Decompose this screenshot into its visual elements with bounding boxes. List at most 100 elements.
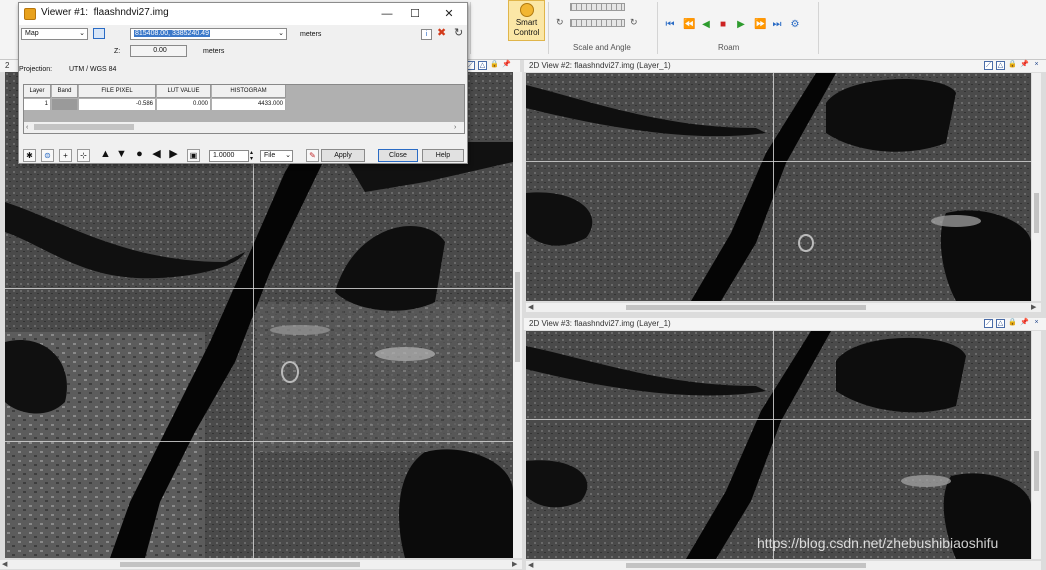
column-header: FILE PIXEL (79, 85, 156, 98)
view2-hscroll-thumb[interactable] (626, 305, 866, 310)
projection-value: UTM / WGS 84 (69, 66, 117, 73)
close-button[interactable]: Close (378, 149, 418, 162)
circle-icon[interactable]: ● (133, 149, 146, 162)
main-view-vscroll[interactable] (513, 72, 522, 558)
first-frame-icon[interactable]: ⏮ (665, 20, 675, 30)
arrow-up-icon[interactable]: ▲ (99, 149, 112, 162)
cell-layer: 1 (24, 99, 51, 110)
close-icon[interactable]: × (1032, 319, 1041, 328)
table-hscroll-thumb[interactable] (34, 124, 134, 130)
view3-hscroll-thumb[interactable] (626, 563, 866, 568)
next-step-icon[interactable]: ⏩ (754, 20, 766, 30)
triangle-icon[interactable]: △ (996, 61, 1005, 70)
arrow-right-icon[interactable]: ▶ (167, 149, 180, 162)
prev-step-icon[interactable]: ⏪ (683, 20, 695, 30)
coord-system-select[interactable]: Map ⌄ (21, 28, 88, 40)
zoom-spinner[interactable]: ▴ ▾ (250, 150, 253, 162)
scroll-right-icon[interactable]: ▶ (512, 560, 517, 569)
last-frame-icon[interactable]: ⏭ (772, 20, 782, 30)
scroll-right-icon[interactable]: › (454, 123, 456, 132)
main-view-hscroll[interactable]: ◀ ▶ (0, 560, 522, 569)
smart-control-button[interactable]: Smart Control (508, 0, 545, 41)
pen-icon[interactable]: ✎ (306, 149, 319, 162)
pushpin-icon[interactable]: 📌 (502, 61, 511, 70)
main-view-vscroll-thumb[interactable] (515, 272, 520, 362)
apply-button-label: Apply (334, 152, 352, 159)
triangle-icon[interactable]: △ (478, 61, 487, 70)
scale-slider[interactable] (570, 3, 625, 11)
scroll-left-icon[interactable]: ◀ (528, 303, 533, 312)
pushpin-icon[interactable]: 📌 (1020, 319, 1029, 328)
add-point-icon[interactable]: ⊹ (77, 149, 90, 162)
view2-vscroll-thumb[interactable] (1034, 193, 1039, 233)
play-back-icon[interactable]: ◀ (701, 20, 711, 30)
rotate-icon[interactable]: ↻ (556, 18, 564, 27)
help-button[interactable]: Help (422, 149, 464, 162)
coordinates-input[interactable]: 815408.00, 3385240.49 ⌄ (130, 28, 287, 40)
view2-imagery[interactable] (526, 73, 1031, 301)
grid-line (773, 331, 774, 559)
view3-vscroll-thumb[interactable] (1034, 451, 1039, 491)
z-input[interactable]: 0.00 (130, 45, 187, 57)
chevron-down-icon: ⌄ (285, 152, 291, 159)
smart-control-icon (519, 3, 534, 17)
view2-hscroll[interactable]: ◀ ▶ (526, 303, 1041, 312)
file-select[interactable]: File ⌄ (260, 150, 293, 162)
view3-vscroll[interactable] (1032, 331, 1041, 559)
pin-icon[interactable]: ⟋ (984, 319, 993, 328)
app-icon (24, 8, 36, 20)
zoom-input[interactable]: 1.0000 (209, 150, 249, 162)
table-hscroll[interactable]: ‹ › (24, 122, 464, 133)
play-icon[interactable]: ▶ (736, 20, 746, 30)
fit-icon[interactable]: ▣ (187, 149, 200, 162)
view2-title-bar: 2D View #2: flaashndvi27.img (Layer_1) ⟋… (524, 60, 1046, 72)
satellite-image (526, 73, 1031, 301)
coord-system-value: Map (25, 30, 39, 37)
rotate-cw-icon[interactable]: ↻ (630, 18, 638, 27)
stop-icon[interactable]: ■ (718, 20, 728, 30)
link-icon[interactable]: ⊜ (41, 149, 54, 162)
viewer-title: Viewer #1: flaashndvi27.img (41, 7, 169, 18)
lock-icon[interactable]: 🔒 (1008, 319, 1017, 328)
view3-title-bar: 2D View #3: flaashndvi27.img (Layer_1) ⟋… (524, 318, 1046, 330)
maximize-icon[interactable]: ☐ (405, 5, 425, 23)
angle-slider[interactable] (570, 19, 625, 27)
close-icon[interactable]: × (1032, 61, 1041, 70)
map-pin-icon[interactable] (93, 28, 105, 39)
main-view-hscroll-thumb[interactable] (120, 562, 360, 567)
watermark: https://blog.csdn.net/zhebushibiaoshifu (757, 535, 999, 551)
viewer-title-bar[interactable]: Viewer #1: flaashndvi27.img — ☐ ✕ (19, 3, 467, 25)
view2-vscroll[interactable] (1032, 73, 1041, 301)
scroll-right-icon[interactable]: ▶ (1031, 303, 1036, 312)
ribbon-separator (548, 2, 549, 54)
zoom-in-icon[interactable]: + (59, 149, 72, 162)
ribbon-separator (657, 2, 658, 54)
column-header: LUT VALUE (157, 85, 211, 98)
refresh-icon[interactable]: ↻ (454, 28, 463, 39)
pushpin-icon[interactable]: 📌 (1020, 61, 1029, 70)
help-button-label: Help (435, 152, 451, 159)
lock-icon[interactable]: 🔒 (1008, 61, 1017, 70)
arrow-left-icon[interactable]: ◀ (150, 149, 163, 162)
cell-file-pixel: -0.586 (79, 99, 156, 110)
z-value: 0.00 (153, 47, 167, 54)
apply-button[interactable]: Apply (321, 149, 365, 162)
info-icon[interactable]: i (421, 29, 432, 40)
viewer-title-label: Viewer #1: (41, 7, 89, 18)
scroll-left-icon[interactable]: ◀ (528, 561, 533, 570)
view3-imagery[interactable] (526, 331, 1031, 559)
file-select-value: File (264, 152, 276, 159)
close-icon[interactable]: ✕ (439, 5, 459, 23)
pin-icon[interactable]: ⟋ (984, 61, 993, 70)
minimize-icon[interactable]: — (377, 5, 397, 23)
crosshair-icon[interactable]: ✱ (23, 149, 36, 162)
scroll-left-icon[interactable]: ◀ (2, 560, 7, 569)
x-red-icon[interactable]: ✖ (437, 28, 446, 39)
roam-options-icon[interactable]: ⚙ (790, 20, 800, 30)
triangle-icon[interactable]: △ (996, 319, 1005, 328)
lock-icon[interactable]: 🔒 (490, 61, 499, 70)
scroll-left-icon[interactable]: ‹ (26, 123, 28, 132)
arrow-down-icon[interactable]: ▼ (115, 149, 128, 162)
view3-hscroll[interactable]: ◀ (526, 561, 1041, 570)
ribbon-separator (470, 2, 471, 54)
